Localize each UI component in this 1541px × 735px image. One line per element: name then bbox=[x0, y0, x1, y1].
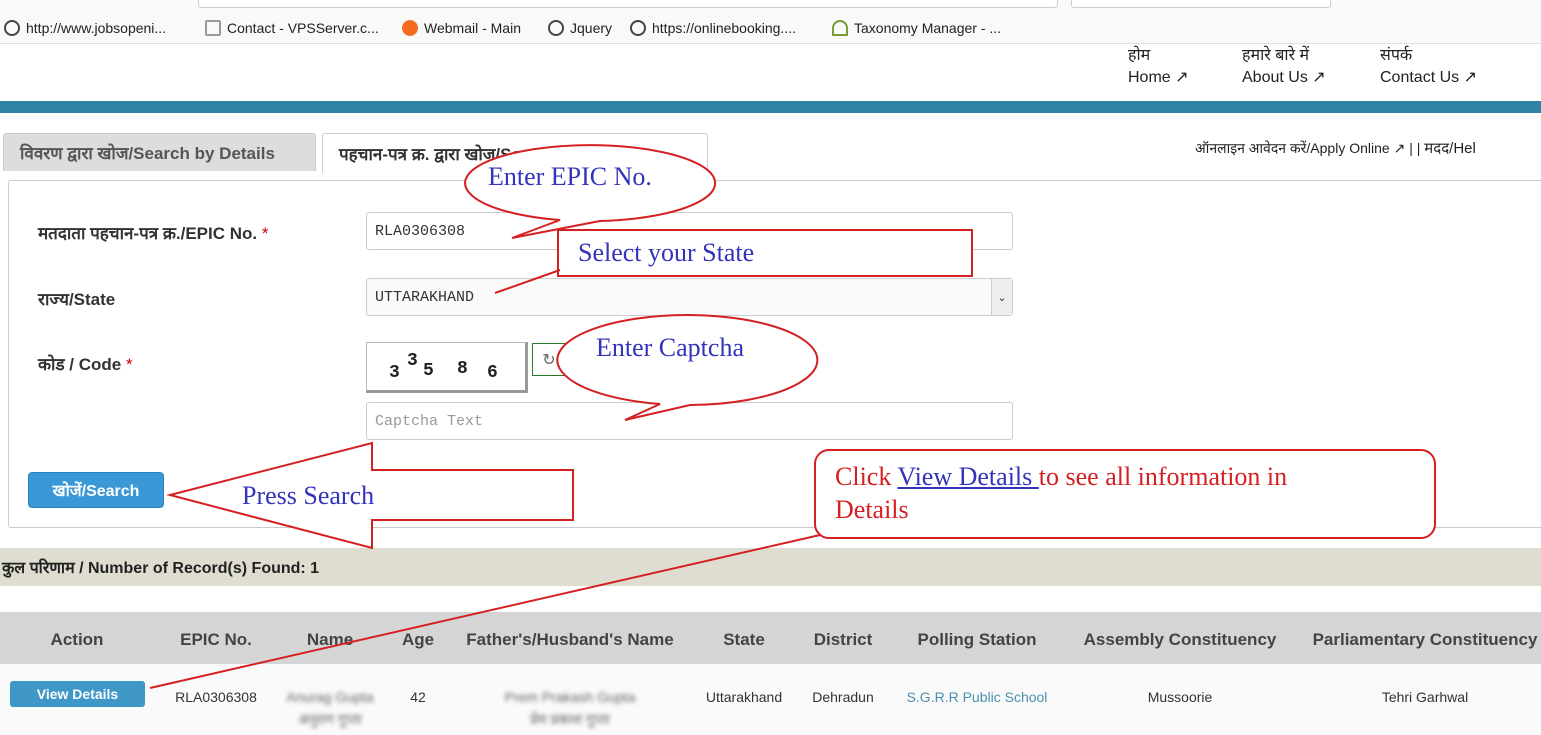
details-annotation: Click View Details to see all informatio… bbox=[835, 460, 1287, 526]
state-pointer-line bbox=[494, 269, 561, 294]
details-link-text: View Details bbox=[897, 462, 1039, 491]
annotation-overlay bbox=[149, 144, 1436, 689]
captcha-callout-bubble bbox=[556, 314, 819, 421]
captcha-annotation: Enter Captcha bbox=[596, 333, 744, 362]
details-text: Click bbox=[835, 462, 898, 491]
epic-annotation: Enter EPIC No. bbox=[488, 162, 652, 191]
state-annotation: Select your State bbox=[578, 238, 755, 267]
details-text: to see all information in bbox=[1038, 462, 1288, 491]
details-pointer-line bbox=[149, 534, 821, 689]
search-annotation: Press Search bbox=[242, 481, 375, 510]
details-text: Details bbox=[835, 495, 909, 524]
